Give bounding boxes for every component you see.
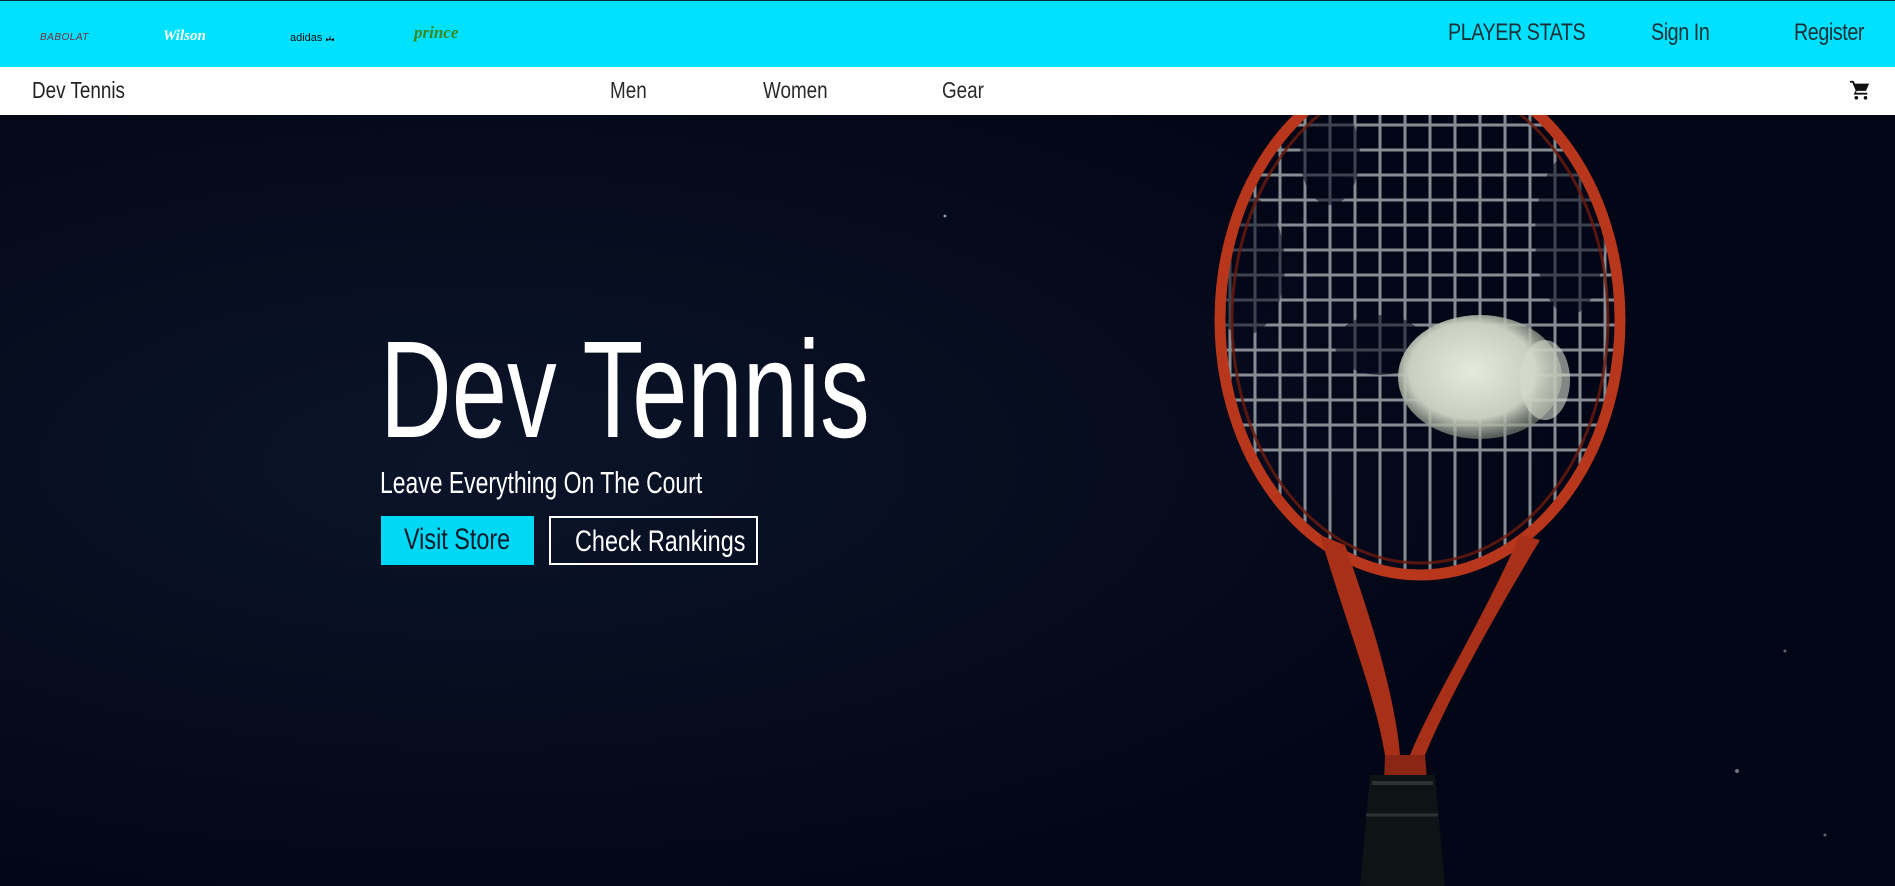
wilson-logo[interactable]: Wilson bbox=[163, 26, 206, 46]
sign-in-link[interactable]: Sign In bbox=[1651, 19, 1710, 47]
visit-store-label: Visit Store bbox=[404, 523, 511, 556]
register-link[interactable]: Register bbox=[1794, 19, 1864, 47]
check-rankings-label: Check Rankings bbox=[575, 525, 746, 558]
hero-subtitle: Leave Everything On The Court bbox=[380, 465, 703, 500]
check-rankings-button[interactable]: Check Rankings bbox=[549, 516, 758, 565]
hero-section: Dev Tennis Leave Everything On The Court… bbox=[0, 115, 1895, 886]
player-stats-link[interactable]: PLAYER STATS bbox=[1448, 19, 1586, 47]
adidas-trefoil-icon bbox=[326, 35, 335, 42]
site-brand[interactable]: Dev Tennis bbox=[32, 77, 125, 104]
babolat-logo[interactable]: BABOLAT bbox=[40, 28, 89, 48]
nav-item-men[interactable]: Men bbox=[610, 77, 647, 104]
hero-racket-image bbox=[0, 115, 1895, 886]
visit-store-button[interactable]: Visit Store bbox=[381, 516, 534, 565]
main-navbar: Dev Tennis Men Women Gear bbox=[0, 67, 1895, 115]
cart-icon[interactable] bbox=[1849, 79, 1871, 101]
nav-item-gear[interactable]: Gear bbox=[942, 77, 984, 104]
nav-item-women[interactable]: Women bbox=[763, 77, 828, 104]
adidas-logo[interactable]: adidas bbox=[290, 28, 335, 48]
brand-bar: BABOLAT Wilson adidas prince PLAYER STAT… bbox=[0, 0, 1895, 67]
hero-title: Dev Tennis bbox=[380, 313, 870, 467]
adidas-logo-text: adidas bbox=[290, 32, 323, 44]
prince-logo[interactable]: prince bbox=[414, 23, 458, 43]
